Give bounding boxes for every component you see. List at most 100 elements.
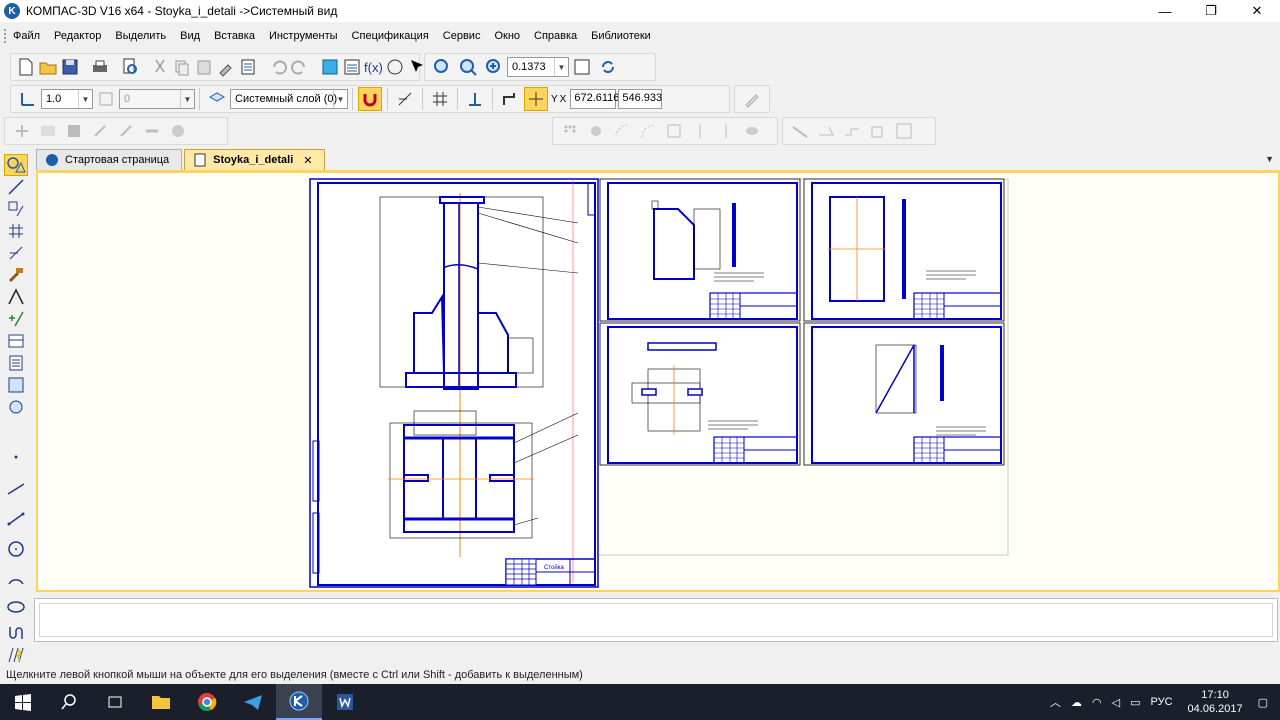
frame-icon[interactable] (892, 119, 916, 143)
gear-icon[interactable] (584, 119, 608, 143)
notifications-icon[interactable]: ▢ (1258, 696, 1268, 709)
rotate-icon[interactable] (88, 119, 112, 143)
point-icon[interactable] (4, 446, 28, 468)
angle-step-icon[interactable] (94, 87, 118, 111)
numbering-icon[interactable] (385, 55, 405, 79)
zoom-in-icon[interactable] (482, 55, 506, 79)
clock[interactable]: 17:10 04.06.2017 (1188, 688, 1243, 716)
wifi-icon[interactable]: ◠ (1092, 696, 1102, 709)
step-select[interactable]: 1.0 ▼ (41, 89, 93, 109)
pan-icon[interactable] (570, 55, 594, 79)
copy-icon[interactable] (172, 55, 192, 79)
zoom-frame-icon[interactable] (430, 55, 454, 79)
menu-grip[interactable] (4, 29, 7, 43)
box-icon[interactable] (866, 119, 890, 143)
paste-icon[interactable] (194, 55, 214, 79)
hatch-icon[interactable] (4, 644, 28, 666)
input-language[interactable]: РУС (1151, 696, 1173, 708)
menu-edit[interactable]: Редактор (54, 30, 101, 42)
cube-icon[interactable] (62, 119, 86, 143)
parametrization-icon[interactable] (4, 242, 28, 264)
measure-icon[interactable] (4, 286, 28, 308)
chrome-button[interactable] (184, 684, 230, 720)
tab-stoyka-i-detali[interactable]: Stoyka_i_detali ✕ (184, 149, 326, 170)
layers-icon[interactable] (342, 55, 362, 79)
variables-button[interactable]: f(x) (364, 55, 383, 79)
menu-file[interactable]: Файл (13, 30, 40, 42)
table-icon[interactable] (662, 119, 686, 143)
search-button[interactable] (46, 684, 92, 720)
orthogonal-icon[interactable] (393, 87, 417, 111)
undo-icon[interactable] (268, 55, 288, 79)
chamfer-icon[interactable] (840, 119, 864, 143)
auxiliary-line-icon[interactable] (4, 478, 28, 500)
onedrive-icon[interactable]: ☁ (1071, 696, 1082, 709)
properties-icon[interactable] (238, 55, 258, 79)
hammer-icon[interactable] (4, 264, 28, 286)
layer-icon[interactable] (205, 87, 229, 111)
telegram-button[interactable] (230, 684, 276, 720)
format-brush-icon[interactable] (216, 55, 236, 79)
mirror-icon[interactable] (140, 119, 164, 143)
task-view-button[interactable] (92, 684, 138, 720)
snap-magnet-button[interactable] (358, 87, 382, 111)
arc-icon[interactable] (4, 568, 28, 590)
editing-icon[interactable] (4, 220, 28, 242)
symmetry-icon[interactable] (688, 119, 712, 143)
parallel-icon[interactable] (814, 119, 838, 143)
menu-view[interactable]: Вид (180, 30, 200, 42)
menu-tools[interactable]: Инструменты (269, 30, 338, 42)
tab-start-page[interactable]: Стартовая страница (36, 149, 183, 170)
spec-icon[interactable] (4, 330, 28, 352)
report-icon[interactable] (4, 352, 28, 374)
menu-window[interactable]: Окно (494, 30, 520, 42)
points-grid-icon[interactable] (558, 119, 582, 143)
cursor-coords-button[interactable] (524, 87, 548, 111)
coord-y-field[interactable]: 546.933 (618, 89, 663, 109)
preview-icon[interactable] (120, 55, 140, 79)
move-icon[interactable] (10, 119, 34, 143)
ellipse-icon[interactable] (4, 596, 28, 618)
disabled-edit-icon[interactable] (740, 87, 764, 111)
geometry-panel-button[interactable] (4, 154, 28, 176)
close-button[interactable]: ✕ (1234, 0, 1280, 22)
drawing-canvas[interactable]: Стойка (36, 170, 1280, 592)
angle-select[interactable]: 0 ▼ (119, 89, 195, 109)
line-tool-icon[interactable] (788, 119, 812, 143)
kompas-taskbar-button[interactable] (276, 684, 322, 720)
tab-close-icon[interactable]: ✕ (303, 154, 312, 167)
grid-icon[interactable] (428, 87, 452, 111)
array-icon[interactable] (36, 119, 60, 143)
print-button[interactable] (90, 55, 110, 79)
start-button[interactable] (0, 684, 46, 720)
stack-icon[interactable] (740, 119, 764, 143)
new-document-button[interactable] (16, 55, 36, 79)
zoom-fit-icon[interactable] (456, 55, 480, 79)
layer-select[interactable]: Системный слой (0) ▼ (230, 89, 348, 109)
local-cs-icon[interactable] (16, 87, 40, 111)
word-button[interactable] (322, 684, 368, 720)
scale-icon[interactable] (114, 119, 138, 143)
cut-icon[interactable] (150, 55, 170, 79)
explorer-button[interactable] (138, 684, 184, 720)
cycle-icon[interactable] (166, 119, 190, 143)
fragment-icon[interactable] (4, 396, 28, 418)
spline-icon[interactable] (4, 622, 28, 644)
select-icon[interactable] (4, 308, 28, 330)
volume-icon[interactable]: ◁ (1112, 696, 1120, 709)
redo-icon[interactable] (290, 55, 310, 79)
zoom-level-select[interactable]: 0.1373 ▼ (507, 57, 569, 77)
segment-icon[interactable] (4, 508, 28, 530)
dimensions-icon[interactable] (4, 176, 28, 198)
menu-insert[interactable]: Вставка (214, 30, 255, 42)
coord-x-field[interactable]: 672.6116 (570, 89, 619, 109)
arc-points-icon[interactable] (610, 119, 634, 143)
minimize-button[interactable]: — (1142, 0, 1188, 22)
manager-icon[interactable] (320, 55, 340, 79)
ortho-mode-icon[interactable] (463, 87, 487, 111)
curve-points-icon[interactable] (636, 119, 660, 143)
menu-specification[interactable]: Спецификация (352, 30, 429, 42)
menu-select[interactable]: Выделить (115, 30, 166, 42)
collinear-icon[interactable] (714, 119, 738, 143)
menu-libraries[interactable]: Библиотеки (591, 30, 651, 42)
